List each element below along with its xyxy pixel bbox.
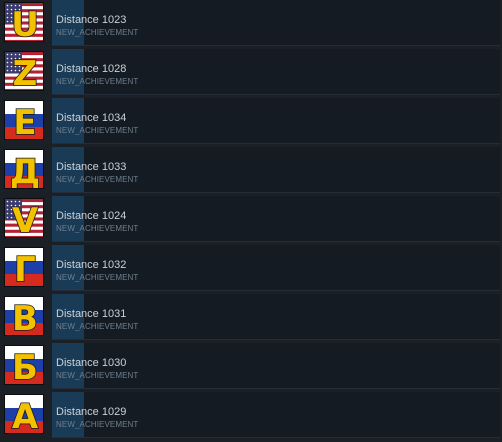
achievement-row[interactable]: V Distance 1024 NEW_ACHIEVEMENT	[0, 196, 502, 243]
icon-letter: А	[12, 397, 39, 434]
achievement-subtitle: NEW_ACHIEVEMENT	[56, 77, 139, 86]
ru-flag-letter-de-icon: Д	[4, 149, 44, 189]
achievement-title: Distance 1030	[56, 357, 127, 369]
us-flag-letter-z-icon: Z	[4, 51, 44, 91]
us-flag-letter-u-icon: U	[4, 2, 44, 42]
achievement-row[interactable]: А Distance 1029 NEW_ACHIEVEMENT	[0, 392, 502, 439]
achievement-list: U Distance 1023 NEW_ACHIEVEMENT Z Distan…	[0, 0, 502, 442]
achievement-row[interactable]: U Distance 1023 NEW_ACHIEVEMENT	[0, 0, 502, 47]
icon-letter: V	[12, 201, 39, 238]
icon-letter: Д	[10, 152, 40, 189]
achievement-row[interactable]: Е Distance 1034 NEW_ACHIEVEMENT	[0, 98, 502, 145]
achievement-row[interactable]: Д Distance 1033 NEW_ACHIEVEMENT	[0, 147, 502, 194]
icon-letter: В	[12, 299, 38, 336]
icon-letter: Г	[14, 250, 36, 287]
icon-letter: U	[11, 5, 39, 42]
icon-letter: Б	[12, 348, 38, 385]
achievement-panel: Distance 1028 NEW_ACHIEVEMENT	[52, 49, 500, 95]
achievement-panel: Distance 1033 NEW_ACHIEVEMENT	[52, 147, 500, 193]
icon-letter: Е	[13, 103, 36, 140]
achievement-title: Distance 1024	[56, 210, 127, 222]
achievement-title: Distance 1029	[56, 406, 127, 418]
achievement-panel: Distance 1032 NEW_ACHIEVEMENT	[52, 245, 500, 291]
achievement-panel: Distance 1030 NEW_ACHIEVEMENT	[52, 343, 500, 389]
achievement-panel: Distance 1024 NEW_ACHIEVEMENT	[52, 196, 500, 242]
achievement-subtitle: NEW_ACHIEVEMENT	[56, 175, 139, 184]
achievement-panel: Distance 1029 NEW_ACHIEVEMENT	[52, 392, 500, 438]
icon-letter: Z	[13, 54, 38, 91]
achievement-panel: Distance 1023 NEW_ACHIEVEMENT	[52, 0, 500, 46]
achievement-subtitle: NEW_ACHIEVEMENT	[56, 420, 139, 429]
achievement-title: Distance 1023	[56, 14, 127, 26]
ru-flag-letter-ve-icon: В	[4, 296, 44, 336]
achievement-row[interactable]: Z Distance 1028 NEW_ACHIEVEMENT	[0, 49, 502, 96]
achievement-subtitle: NEW_ACHIEVEMENT	[56, 273, 139, 282]
achievement-row[interactable]: В Distance 1031 NEW_ACHIEVEMENT	[0, 294, 502, 341]
ru-flag-letter-a-icon: А	[4, 394, 44, 434]
ru-flag-letter-be-icon: Б	[4, 345, 44, 385]
achievement-subtitle: NEW_ACHIEVEMENT	[56, 28, 139, 37]
achievement-title: Distance 1031	[56, 308, 127, 320]
achievement-row[interactable]: Г Distance 1032 NEW_ACHIEVEMENT	[0, 245, 502, 292]
ru-flag-letter-ie-icon: Е	[4, 100, 44, 140]
achievement-row[interactable]: Б Distance 1030 NEW_ACHIEVEMENT	[0, 343, 502, 390]
achievement-subtitle: NEW_ACHIEVEMENT	[56, 126, 139, 135]
achievement-title: Distance 1033	[56, 161, 127, 173]
achievement-title: Distance 1028	[56, 63, 127, 75]
achievement-panel: Distance 1034 NEW_ACHIEVEMENT	[52, 98, 500, 144]
achievement-panel: Distance 1031 NEW_ACHIEVEMENT	[52, 294, 500, 340]
achievement-title: Distance 1032	[56, 259, 127, 271]
achievement-subtitle: NEW_ACHIEVEMENT	[56, 224, 139, 233]
achievement-subtitle: NEW_ACHIEVEMENT	[56, 371, 139, 380]
achievement-title: Distance 1034	[56, 112, 127, 124]
us-flag-letter-v-icon: V	[4, 198, 44, 238]
ru-flag-letter-ghe-icon: Г	[4, 247, 44, 287]
achievement-subtitle: NEW_ACHIEVEMENT	[56, 322, 139, 331]
